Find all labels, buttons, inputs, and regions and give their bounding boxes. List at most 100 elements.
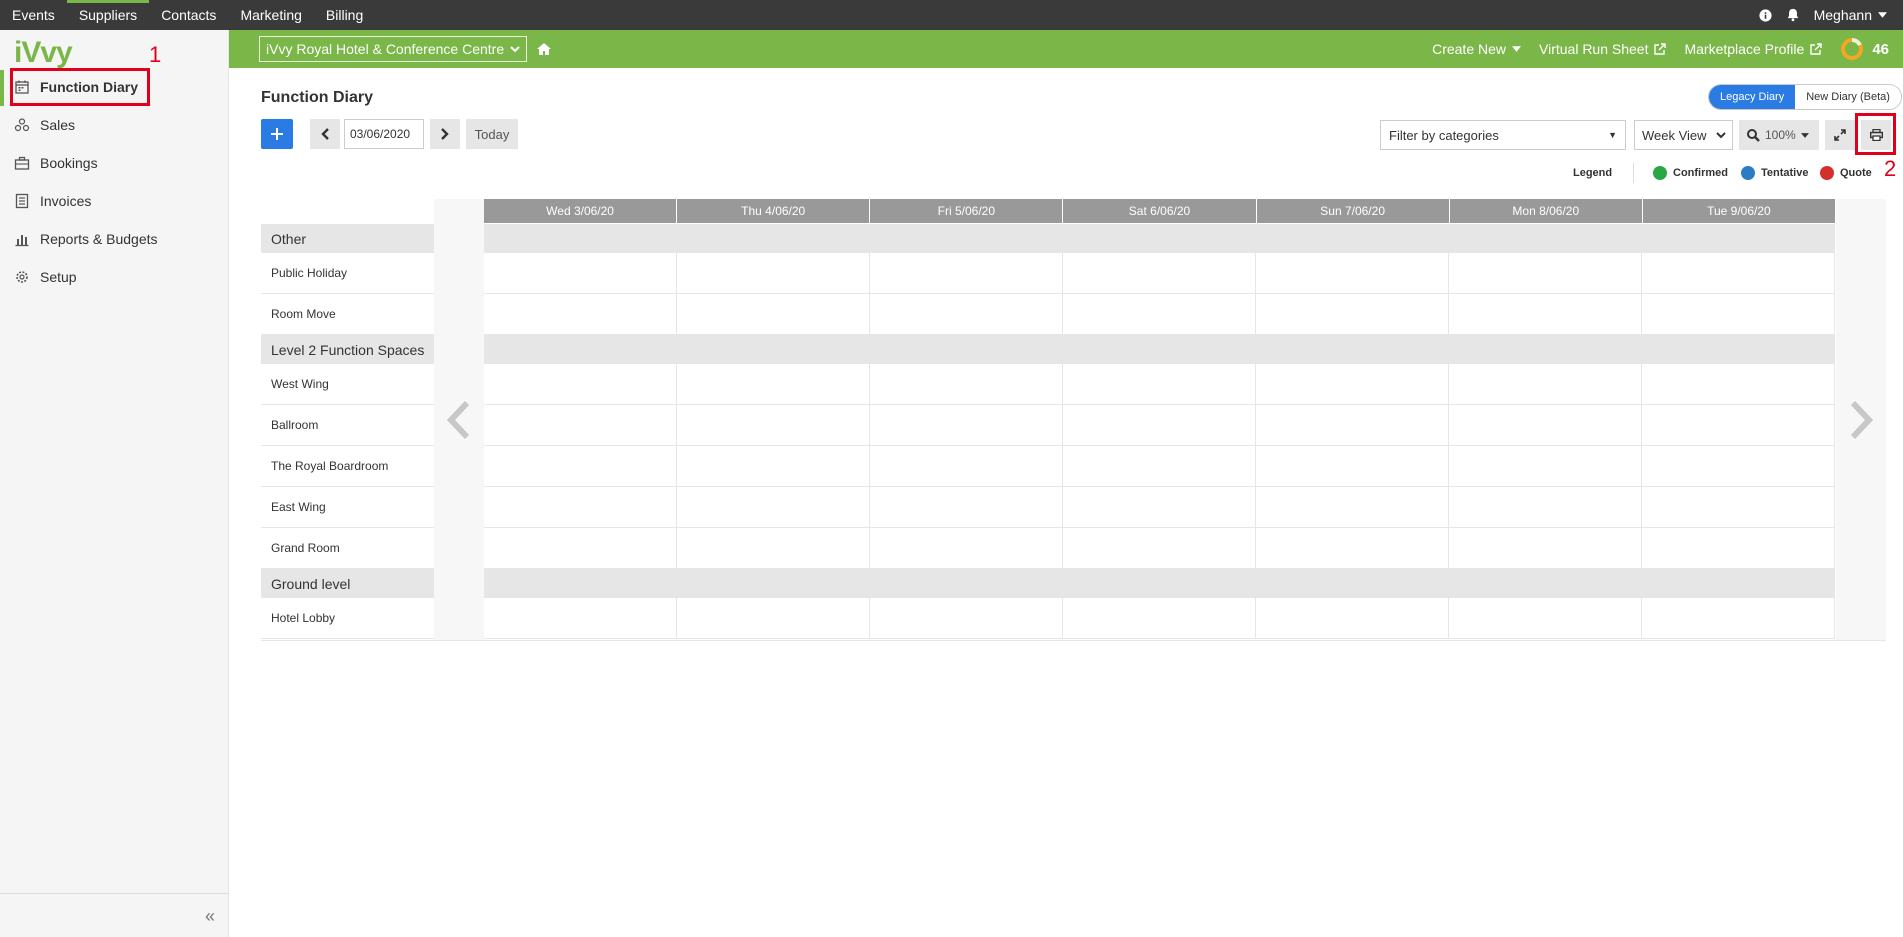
diary-cell[interactable] [870, 253, 1063, 293]
room-label[interactable]: West Wing [261, 364, 434, 405]
diary-cell[interactable] [1063, 487, 1256, 527]
room-label[interactable]: Room Move [261, 294, 434, 335]
virtual-run-sheet-link[interactable]: Virtual Run Sheet [1539, 41, 1667, 57]
diary-cell[interactable] [870, 405, 1063, 445]
sidebar-item-setup[interactable]: Setup [14, 265, 77, 289]
nav-billing[interactable]: Billing [314, 0, 375, 30]
legacy-diary-option[interactable]: Legacy Diary [1709, 85, 1796, 109]
nav-marketing[interactable]: Marketing [228, 0, 313, 30]
diary-cell[interactable] [1642, 598, 1835, 638]
diary-cell[interactable] [1063, 528, 1256, 568]
marketplace-profile-link[interactable]: Marketplace Profile [1684, 41, 1823, 57]
info-icon[interactable] [1759, 8, 1772, 22]
diary-cell[interactable] [1063, 294, 1256, 334]
diary-cell[interactable] [677, 364, 870, 404]
diary-cell[interactable] [1256, 446, 1449, 486]
diary-cell[interactable] [1256, 405, 1449, 445]
diary-cell[interactable] [1449, 405, 1642, 445]
diary-cell[interactable] [1063, 598, 1256, 638]
diary-cell[interactable] [1449, 294, 1642, 334]
new-diary-option[interactable]: New Diary (Beta) [1795, 85, 1901, 109]
sidebar-item-bookings[interactable]: Bookings [14, 151, 98, 175]
diary-cell[interactable] [870, 294, 1063, 334]
diary-cell[interactable] [1449, 446, 1642, 486]
diary-cell[interactable] [1256, 294, 1449, 334]
room-label[interactable]: Ballroom [261, 405, 434, 446]
diary-cell[interactable] [1642, 294, 1835, 334]
diary-cell[interactable] [870, 598, 1063, 638]
diary-cell[interactable] [1449, 528, 1642, 568]
view-select[interactable]: Week View [1634, 120, 1733, 150]
diary-cell[interactable] [1642, 364, 1835, 404]
diary-cell[interactable] [1063, 364, 1256, 404]
diary-cell[interactable] [484, 446, 677, 486]
room-label[interactable]: Grand Room [261, 528, 434, 569]
sidebar-item-reports[interactable]: Reports & Budgets [14, 227, 158, 251]
diary-cell[interactable] [1063, 405, 1256, 445]
room-label[interactable]: Public Holiday [261, 253, 434, 294]
nav-contacts[interactable]: Contacts [149, 0, 228, 30]
create-new-button[interactable]: Create New [1432, 41, 1521, 57]
diary-cell[interactable] [1449, 487, 1642, 527]
diary-cell[interactable] [677, 294, 870, 334]
diary-cell[interactable] [1642, 405, 1835, 445]
diary-cell[interactable] [870, 528, 1063, 568]
diary-cell[interactable] [870, 364, 1063, 404]
score-value: 46 [1872, 40, 1889, 58]
diary-cell[interactable] [677, 528, 870, 568]
fullscreen-button[interactable] [1825, 120, 1855, 150]
profile-score[interactable]: 46 [1840, 37, 1889, 61]
legend-title: Legend [1573, 167, 1613, 179]
diary-cell[interactable] [1256, 598, 1449, 638]
sidebar-item-invoices[interactable]: Invoices [14, 189, 91, 213]
date-input[interactable]: 03/06/2020 [344, 119, 424, 149]
diary-cell[interactable] [484, 294, 677, 334]
diary-cell[interactable] [1449, 598, 1642, 638]
diary-cell[interactable] [1642, 528, 1835, 568]
diary-cell[interactable] [677, 446, 870, 486]
diary-cell[interactable] [870, 446, 1063, 486]
diary-cell[interactable] [1063, 253, 1256, 293]
diary-cell[interactable] [677, 405, 870, 445]
diary-cell[interactable] [484, 487, 677, 527]
diary-cell[interactable] [484, 528, 677, 568]
nav-events[interactable]: Events [0, 0, 67, 30]
venue-select[interactable]: iVvy Royal Hotel & Conference Centre [259, 36, 528, 62]
room-label[interactable]: East Wing [261, 487, 434, 528]
grid-next-button[interactable] [1836, 199, 1886, 640]
diary-cell[interactable] [677, 253, 870, 293]
next-week-button[interactable] [430, 119, 460, 149]
previous-week-button[interactable] [310, 119, 340, 149]
add-booking-button[interactable] [261, 119, 293, 149]
diary-cell[interactable] [1256, 253, 1449, 293]
diary-cell[interactable] [870, 487, 1063, 527]
diary-cell[interactable] [677, 598, 870, 638]
nav-suppliers[interactable]: Suppliers [66, 0, 150, 30]
diary-cell[interactable] [1256, 487, 1449, 527]
diary-cell[interactable] [484, 405, 677, 445]
diary-cell[interactable] [1449, 364, 1642, 404]
diary-cell[interactable] [484, 598, 677, 638]
diary-cell[interactable] [677, 487, 870, 527]
diary-cell[interactable] [1449, 253, 1642, 293]
bell-icon[interactable] [1786, 8, 1800, 22]
diary-cell[interactable] [1256, 364, 1449, 404]
today-button[interactable]: Today [466, 119, 518, 149]
sidebar-item-sales[interactable]: Sales [14, 113, 75, 137]
user-menu[interactable]: Meghann [1814, 7, 1887, 23]
diary-cell[interactable] [1256, 528, 1449, 568]
zoom-button[interactable]: 100% [1739, 120, 1819, 150]
diary-cell[interactable] [1063, 446, 1256, 486]
diary-cell[interactable] [1642, 446, 1835, 486]
home-icon[interactable] [537, 43, 552, 55]
room-label[interactable]: Hotel Lobby [261, 598, 434, 639]
filter-categories-select[interactable]: Filter by categories ▼ [1380, 120, 1626, 150]
diary-cell[interactable] [1642, 487, 1835, 527]
collapse-sidebar-icon[interactable]: « [205, 906, 215, 927]
diary-cell[interactable] [484, 364, 677, 404]
grid-previous-button[interactable] [434, 199, 484, 640]
diary-cell[interactable] [1642, 253, 1835, 293]
diary-cell[interactable] [484, 253, 677, 293]
ivvy-logo[interactable]: iVvy [14, 36, 73, 70]
room-label[interactable]: The Royal Boardroom [261, 446, 434, 487]
